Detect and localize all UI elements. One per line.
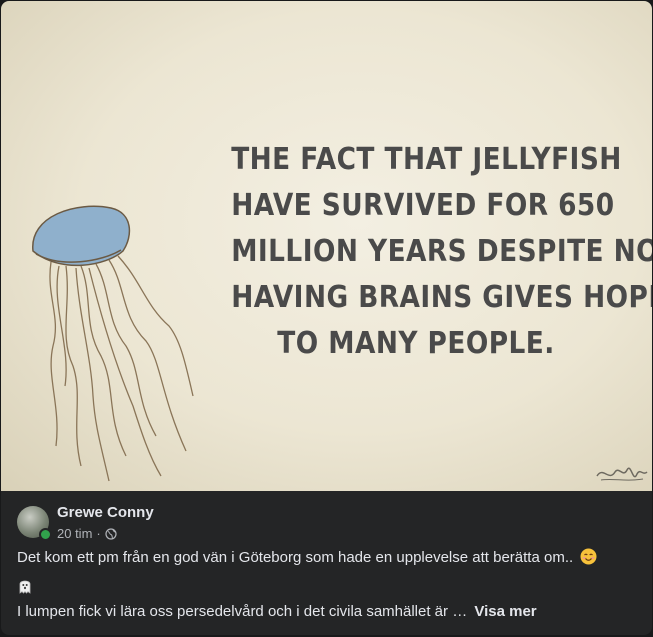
post-text-line: Det kom ett pm från en god vän i Götebor…: [17, 548, 597, 566]
see-more-link[interactable]: Visa mer: [474, 603, 536, 620]
online-status-dot: [39, 528, 52, 541]
meta-separator: ·: [96, 526, 101, 541]
meme-line: MILLION YEARS DESPITE NOT: [231, 234, 652, 269]
post-text-line: I lumpen fick vi lära oss persedelvård o…: [17, 603, 537, 620]
artist-signature: [596, 467, 648, 481]
meme-line: HAVE SURVIVED FOR 650: [231, 188, 615, 223]
meme-line: THE FACT THAT JELLYFISH: [231, 142, 622, 177]
post-image[interactable]: THE FACT THAT JELLYFISH HAVE SURVIVED FO…: [1, 1, 652, 491]
post-time[interactable]: 20 tim: [57, 526, 92, 541]
jellyfish-illustration: [32, 205, 194, 482]
post-text-truncated: I lumpen fick vi lära oss persedelvård o…: [17, 603, 468, 620]
post-card: THE FACT THAT JELLYFISH HAVE SURVIVED FO…: [1, 1, 652, 635]
meme-line: HAVING BRAINS GIVES HOPE: [231, 280, 652, 315]
meme-line: TO MANY PEOPLE.: [277, 326, 555, 361]
meme-caption: THE FACT THAT JELLYFISH HAVE SURVIVED FO…: [231, 137, 652, 367]
globe-icon[interactable]: [105, 527, 117, 540]
post-header: Grewe Conny 20 tim ·: [17, 504, 617, 544]
post-meta: 20 tim ·: [57, 526, 117, 541]
ghost-emoji: [19, 580, 31, 594]
author-name[interactable]: Grewe Conny: [57, 504, 154, 521]
smiling-face-emoji: [580, 548, 597, 565]
post-text: Det kom ett pm från en god vän i Götebor…: [17, 549, 574, 566]
